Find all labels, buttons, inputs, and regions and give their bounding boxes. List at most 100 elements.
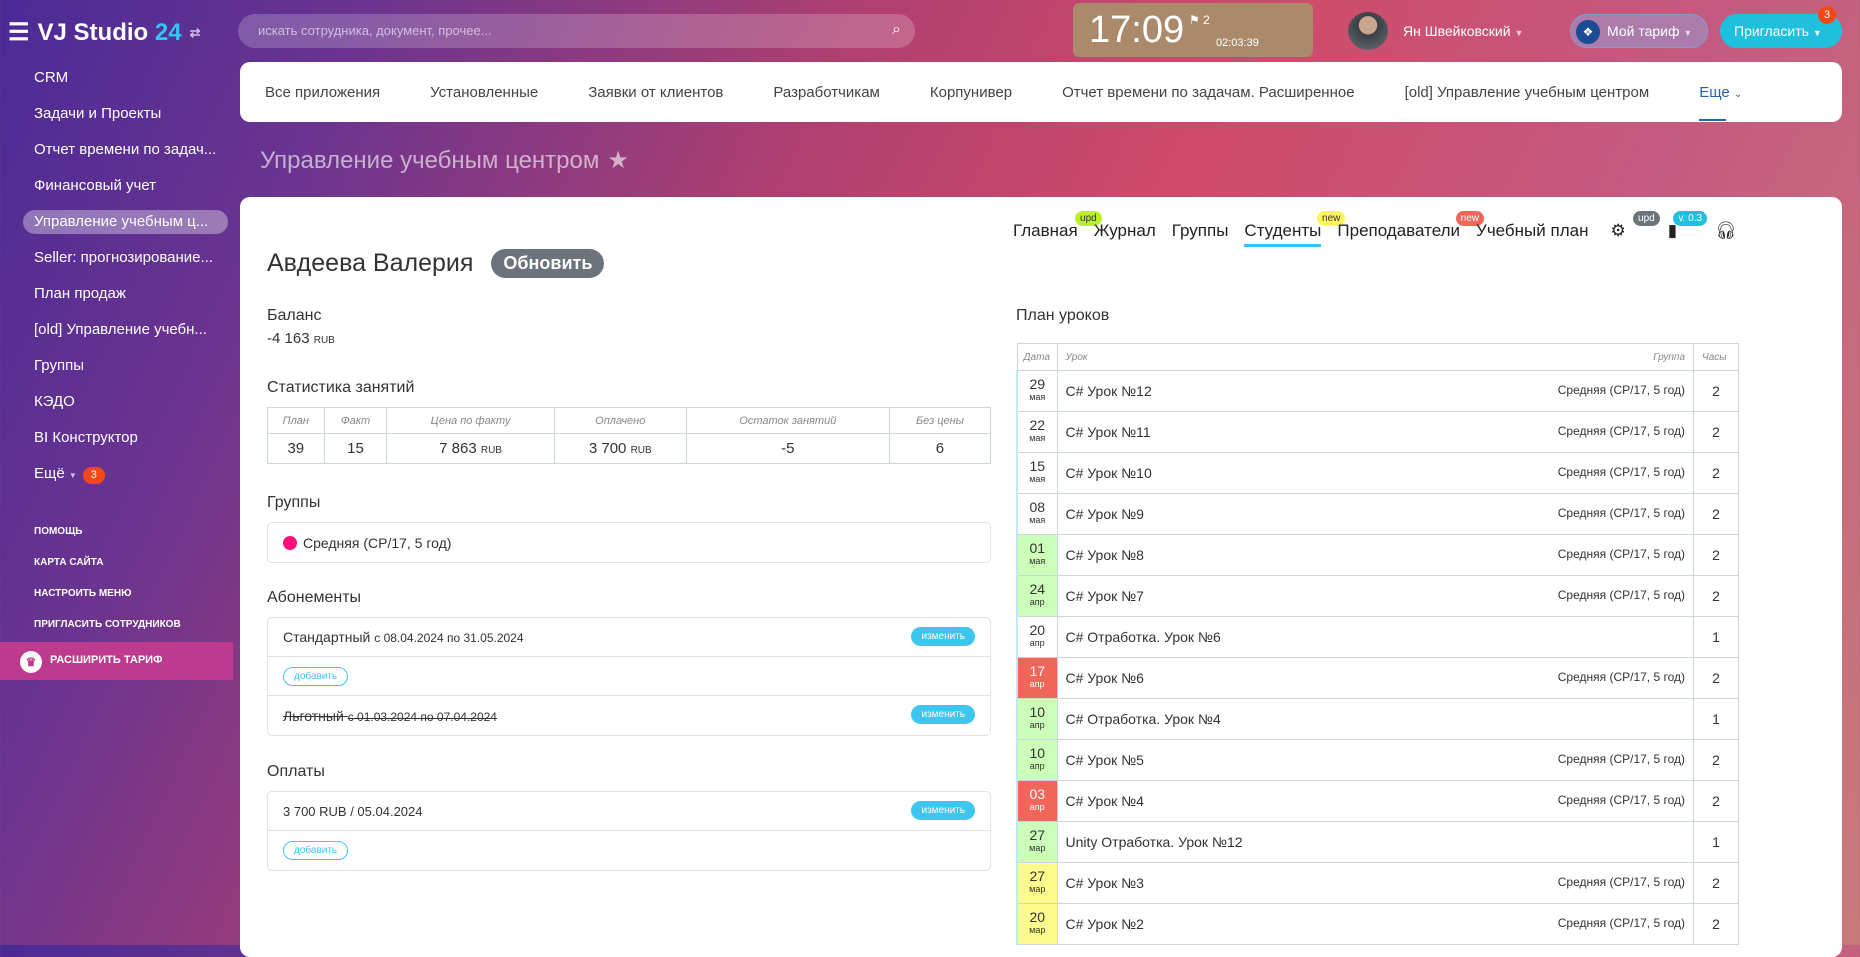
sidebar-item[interactable]: BI Конструктор: [0, 420, 240, 456]
lesson-row[interactable]: 10 апр C# Урок №5 Средняя (СР/17, 5 год) 2: [1016, 739, 1739, 781]
lesson-date: 22 мая: [1016, 411, 1058, 453]
top-nav-item[interactable]: Разработчикам: [773, 84, 879, 101]
sidebar-item[interactable]: [old] Управление учебн...: [0, 312, 240, 348]
tariff-button[interactable]: ❖ Мой тариф ▼: [1570, 14, 1708, 48]
lesson-row[interactable]: 10 апр C# Отработка. Урок №4 1: [1016, 698, 1739, 740]
tab[interactable]: Группы: [1172, 221, 1229, 244]
tab[interactable]: Главная upd: [1013, 211, 1102, 244]
stats-label: Статистика занятий: [267, 379, 415, 396]
lesson-cell: C# Урок №9 Средняя (СР/17, 5 год): [1056, 493, 1694, 535]
lesson-hours: 2: [1693, 370, 1739, 412]
sidebar-more[interactable]: Ещё ▼ 3: [0, 456, 240, 492]
lesson-date: 27 мар: [1016, 862, 1058, 904]
user-menu[interactable]: Ян Швейковский ▼: [1403, 23, 1523, 39]
group-item[interactable]: Средняя (СР/17, 5 год): [268, 523, 990, 562]
lesson-row[interactable]: 27 мар C# Урок №3 Средняя (СР/17, 5 год) 2: [1016, 862, 1739, 904]
lesson-cell: C# Урок №7 Средняя (СР/17, 5 год): [1056, 575, 1694, 617]
top-nav-more[interactable]: Еще ⌄: [1699, 84, 1742, 121]
balance-value: -4 163 RUB: [267, 330, 335, 347]
sidebar-item[interactable]: Seller: прогнозирование...: [0, 240, 240, 276]
lesson-row[interactable]: 20 мар C# Урок №2 Средняя (СР/17, 5 год) 2: [1016, 903, 1739, 945]
sidebar-item[interactable]: Группы: [0, 348, 240, 384]
app-card: Главная upd Журнал Группы Студенты new Препода…: [240, 197, 1842, 957]
lesson-cell: C# Урок №5 Средняя (СР/17, 5 год): [1056, 739, 1694, 781]
sidebar-item[interactable]: КЭДО: [0, 384, 240, 420]
lesson-row[interactable]: 20 апр C# Отработка. Урок №6 1: [1016, 616, 1739, 658]
document-icon[interactable]: ▮ v. 0.3: [1668, 211, 1708, 244]
star-icon[interactable]: ★: [607, 147, 629, 174]
clock-widget[interactable]: 17:09 ⚑ 2 02:03:39: [1073, 3, 1313, 57]
lesson-row[interactable]: 17 апр C# Урок №6 Средняя (СР/17, 5 год) 2: [1016, 657, 1739, 699]
lesson-cell: C# Урок №10 Средняя (СР/17, 5 год): [1056, 452, 1694, 494]
lesson-date: 20 мар: [1016, 903, 1058, 945]
add-subscription-button[interactable]: добавить: [283, 666, 349, 686]
diamond-icon: ❖: [1576, 20, 1600, 44]
subscriptions-label: Абонементы: [267, 589, 362, 606]
invite-button[interactable]: Пригласить ▼ 3: [1720, 6, 1842, 48]
lesson-row[interactable]: 29 мая C# Урок №12 Средняя (СР/17, 5 год) 2: [1016, 370, 1739, 412]
lesson-row[interactable]: 01 мая C# Урок №8 Средняя (СР/17, 5 год) 2: [1016, 534, 1739, 576]
search-icon[interactable]: ⌕: [892, 21, 901, 39]
refresh-button[interactable]: Обновить: [491, 249, 605, 278]
upgrade-tariff-button[interactable]: ♛ РАСШИРИТЬ ТАРИФ: [0, 642, 233, 680]
search-input[interactable]: искать сотрудника, документ, прочее... ⌕: [238, 14, 915, 48]
top-nav-item[interactable]: Заявки от клиентов: [588, 84, 723, 101]
stats-header: Без цены: [888, 407, 992, 434]
lesson-hours: 2: [1693, 452, 1739, 494]
menu-icon[interactable]: ☰: [8, 18, 30, 47]
lesson-date: 27 мар: [1016, 821, 1058, 863]
lesson-cell: C# Урок №4 Средняя (СР/17, 5 год): [1056, 780, 1694, 822]
stats-value: 7 863 RUB: [386, 433, 555, 464]
edit-button[interactable]: изменить: [911, 627, 975, 646]
sidebar-link[interactable]: ПРИГЛАСИТЬ СОТРУДНИКОВ: [0, 609, 240, 640]
stats-header: Остаток занятий: [685, 407, 890, 434]
stats-header: Оплачено: [553, 407, 687, 434]
lesson-row[interactable]: 08 мая C# Урок №9 Средняя (СР/17, 5 год) 2: [1016, 493, 1739, 535]
lesson-date: 08 мая: [1016, 493, 1058, 535]
sidebar: CRM Задачи и Проекты Отчет времени по зада…: [0, 60, 240, 640]
stats-header: План: [267, 407, 325, 434]
swap-icon[interactable]: ⇄: [190, 25, 201, 41]
tab[interactable]: Учебный план: [1476, 221, 1588, 244]
lesson-date: 10 апр: [1016, 739, 1058, 781]
sidebar-item[interactable]: Финансовый учет: [0, 168, 240, 204]
sidebar-item[interactable]: Управление учебным ц...: [23, 210, 228, 234]
lesson-row[interactable]: 15 мая C# Урок №10 Средняя (СР/17, 5 год) 2: [1016, 452, 1739, 494]
lesson-date: 03 апр: [1016, 780, 1058, 822]
lesson-hours: 1: [1693, 698, 1739, 740]
groups-label: Группы: [267, 494, 321, 511]
subscription-item: Льготный с 01.03.2024 по 07.04.2024 измен…: [268, 696, 990, 735]
logo[interactable]: ☰ VJ Studio 24 ⇄: [8, 18, 200, 47]
top-nav-item[interactable]: [old] Управление учебным центром: [1405, 84, 1650, 101]
top-nav-item[interactable]: Все приложения: [265, 84, 380, 101]
sidebar-link[interactable]: КАРТА САЙТА: [0, 547, 240, 578]
sidebar-item[interactable]: Задачи и Проекты: [0, 96, 240, 132]
lesson-plan-label: План уроков: [1016, 307, 1110, 324]
lesson-row[interactable]: 03 апр C# Урок №4 Средняя (СР/17, 5 год) 2: [1016, 780, 1739, 822]
sidebar-item[interactable]: Отчет времени по задач...: [0, 132, 240, 168]
add-payment-button[interactable]: добавить: [283, 841, 349, 860]
app-tabs: Главная upd Журнал Группы Студенты new Препода…: [1013, 211, 1737, 247]
lesson-date: 17 апр: [1016, 657, 1058, 699]
lesson-row[interactable]: 27 мар Unity Отработка. Урок №12 1: [1016, 821, 1739, 863]
lesson-row[interactable]: 22 мая C# Урок №11 Средняя (СР/17, 5 год) 2: [1016, 411, 1739, 453]
edit-button[interactable]: изменить: [911, 705, 975, 724]
avatar[interactable]: [1348, 12, 1388, 50]
edit-button[interactable]: изменить: [911, 801, 975, 820]
top-nav-item[interactable]: Корпунивер: [930, 84, 1012, 101]
tab[interactable]: Преподаватели new: [1337, 211, 1485, 244]
tab[interactable]: Журнал: [1094, 221, 1156, 244]
support-headset-icon[interactable]: 🎧︎: [1715, 221, 1737, 244]
sidebar-link[interactable]: НАСТРОИТЬ МЕНЮ: [0, 578, 240, 609]
payments-list: 3 700 RUB / 05.04.2024 изменить добавить: [267, 791, 991, 871]
sidebar-item[interactable]: CRM: [0, 60, 240, 96]
settings-icon[interactable]: ⚙ upd: [1610, 211, 1660, 244]
lesson-plan-table: Дата Урок Группа Часы 29 мая C# Урок №12 Средн…: [1016, 343, 1739, 945]
sidebar-item[interactable]: План продаж: [0, 276, 240, 312]
top-nav-item[interactable]: Установленные: [430, 84, 538, 101]
lesson-hours: 2: [1693, 780, 1739, 822]
lesson-row[interactable]: 24 апр C# Урок №7 Средняя (СР/17, 5 год) 2: [1016, 575, 1739, 617]
tab[interactable]: Студенты new: [1244, 211, 1346, 247]
top-nav-item[interactable]: Отчет времени по задачам. Расширенное: [1062, 84, 1355, 101]
sidebar-link[interactable]: ПОМОЩЬ: [0, 516, 240, 547]
